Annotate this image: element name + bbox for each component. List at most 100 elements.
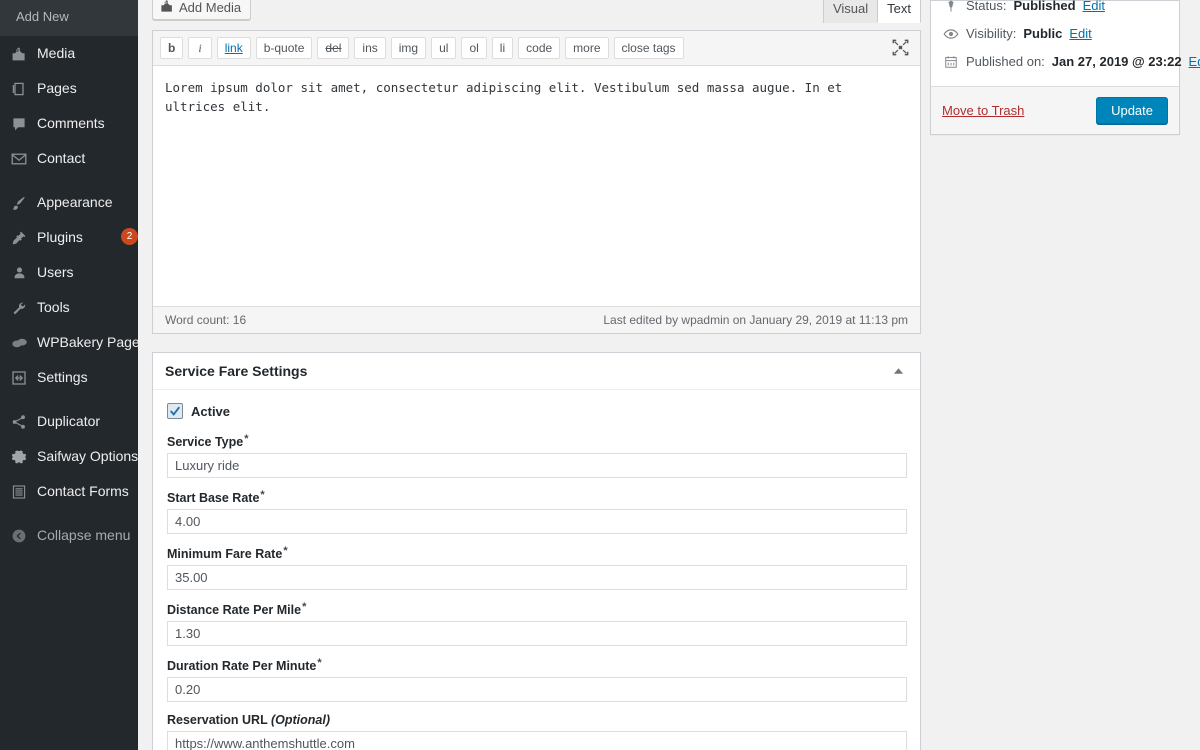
update-button[interactable]: Update: [1096, 97, 1168, 124]
start-base-rate-input[interactable]: [167, 509, 907, 534]
sidebar-item-label: Tools: [37, 299, 70, 315]
distance-rate-per-mile-input[interactable]: [167, 621, 907, 646]
qt-link-button[interactable]: link: [216, 37, 251, 59]
add-media-icon: [160, 0, 174, 16]
post-editor: b i link b-quote del ins img ul ol li co…: [152, 30, 921, 334]
sidebar-item-label: Appearance: [37, 194, 113, 210]
media-icon: [9, 44, 29, 63]
qt-del-button[interactable]: del: [317, 37, 350, 59]
field-minimum-fare-rate: Minimum Fare Rate*: [167, 545, 907, 590]
field-label: Reservation URL (Optional): [167, 713, 330, 727]
publish-date-row: Published on: Jan 27, 2019 @ 23:22 Edit: [942, 48, 1200, 76]
comments-icon: [9, 114, 29, 133]
status-value: Published: [1013, 0, 1076, 13]
qt-ol-button[interactable]: ol: [461, 37, 487, 59]
field-label: Start Base Rate*: [167, 489, 265, 505]
qt-ins-button[interactable]: ins: [354, 37, 386, 59]
field-start-base-rate: Start Base Rate*: [167, 489, 907, 534]
active-checkbox-label[interactable]: Active: [191, 404, 230, 419]
sidebar-collapse-label: Collapse menu: [37, 527, 131, 543]
qt-bold-button[interactable]: b: [160, 37, 184, 59]
visibility-label: Visibility:: [966, 26, 1017, 41]
collapse-icon: [9, 526, 29, 545]
metabox-body: Active Service Type* Start Base Rate* Mi…: [153, 390, 920, 750]
user-icon: [9, 263, 29, 282]
sidebar-item-contact-forms[interactable]: Contact Forms: [0, 474, 138, 509]
sidebar-item-tools[interactable]: Tools: [0, 290, 138, 325]
calendar-icon: [942, 55, 959, 69]
service-type-input[interactable]: [167, 453, 907, 478]
qt-close-tags-button[interactable]: close tags: [613, 37, 684, 59]
active-checkbox[interactable]: [167, 403, 183, 419]
qt-li-button[interactable]: li: [491, 37, 514, 59]
pin-icon: [942, 0, 959, 13]
field-label: Service Type*: [167, 433, 249, 449]
sidebar-item-label: WPBakery Page Builder: [37, 334, 138, 350]
status-edit-link[interactable]: Edit: [1083, 0, 1105, 15]
duration-rate-per-minute-input[interactable]: [167, 677, 907, 702]
admin-sidebar: Add New Media Pages Comments Contact App…: [0, 0, 138, 750]
chevron-up-icon[interactable]: [888, 363, 908, 379]
field-label: Minimum Fare Rate*: [167, 545, 288, 561]
qt-ul-button[interactable]: ul: [431, 37, 457, 59]
visibility-edit-link[interactable]: Edit: [1069, 25, 1091, 43]
last-edited: Last edited by wpadmin on January 29, 20…: [603, 313, 908, 327]
editor-footer: Word count: 16 Last edited by wpadmin on…: [153, 306, 920, 333]
sidebar-item-pages[interactable]: Pages: [0, 71, 138, 106]
field-duration-rate-per-minute: Duration Rate Per Minute*: [167, 657, 907, 702]
status-label: Status:: [966, 0, 1007, 13]
sidebar-item-wpbakery[interactable]: WPBakery Page Builder: [0, 325, 138, 360]
plugins-update-badge: 2: [121, 228, 138, 245]
share-icon: [9, 412, 29, 431]
qt-code-button[interactable]: code: [518, 37, 561, 59]
word-count: Word count: 16: [165, 313, 247, 327]
qt-italic-button[interactable]: i: [188, 37, 212, 59]
editor-column: Add Media Visual Text b i link b-quote d…: [152, 0, 921, 750]
qt-img-button[interactable]: img: [390, 37, 427, 59]
qt-more-button[interactable]: more: [565, 37, 609, 59]
sidebar-item-label: Plugins: [37, 229, 83, 245]
sidebar-separator: [0, 395, 138, 404]
sidebar-collapse-menu[interactable]: Collapse menu: [0, 518, 138, 553]
quicktags-toolbar: b i link b-quote del ins img ul ol li co…: [153, 31, 920, 66]
publish-footer: Move to Trash Update: [931, 86, 1179, 134]
wrench-icon: [9, 298, 29, 317]
publish-visibility-row: Visibility: Public Edit: [942, 20, 1168, 48]
sidebar-item-contact[interactable]: Contact: [0, 141, 138, 176]
sidebar-item-plugins[interactable]: Plugins 2: [0, 220, 138, 255]
sidebar-item-users[interactable]: Users: [0, 255, 138, 290]
sidebar-item-media[interactable]: Media: [0, 36, 138, 71]
publish-column: Status: Published Edit Visibility: Publi…: [930, 0, 1200, 135]
sidebar-item-appearance[interactable]: Appearance: [0, 185, 138, 220]
paintbrush-icon: [9, 193, 29, 212]
sidebar-item-label: Contact Forms: [37, 483, 129, 499]
move-to-trash-link[interactable]: Move to Trash: [942, 103, 1024, 118]
sidebar-item-comments[interactable]: Comments: [0, 106, 138, 141]
sidebar-item-label: Contact: [37, 150, 86, 166]
visibility-value: Public: [1023, 26, 1063, 41]
sidebar-submenu-posts: Add New: [0, 0, 138, 36]
published-on-value: Jan 27, 2019 @ 23:22: [1051, 54, 1182, 69]
editor-textarea[interactable]: Lorem ipsum dolor sit amet, consectetur …: [153, 66, 920, 306]
sidebar-item-settings[interactable]: Settings: [0, 360, 138, 395]
published-on-edit-link[interactable]: Edit: [1189, 53, 1200, 71]
field-distance-rate-per-mile: Distance Rate Per Mile*: [167, 601, 907, 646]
sidebar-group-primary: Media Pages Comments Contact: [0, 36, 138, 176]
sidebar-item-duplicator[interactable]: Duplicator: [0, 404, 138, 439]
tab-text[interactable]: Text: [877, 0, 921, 23]
main-content-area: Add Media Visual Text b i link b-quote d…: [138, 0, 1200, 750]
sidebar-separator: [0, 509, 138, 518]
tab-visual[interactable]: Visual: [822, 0, 879, 23]
metabox-header[interactable]: Service Fare Settings: [153, 353, 920, 390]
qt-bquote-button[interactable]: b-quote: [255, 37, 313, 59]
editor-top-bar: Add Media Visual Text: [152, 0, 921, 26]
minimum-fare-rate-input[interactable]: [167, 565, 907, 590]
sidebar-subitem-add-new[interactable]: Add New: [0, 6, 138, 28]
settings-icon: [9, 368, 29, 387]
reservation-url-input[interactable]: [167, 731, 907, 750]
sidebar-item-saifway-options[interactable]: Saifway Options: [0, 439, 138, 474]
distraction-free-writing-icon[interactable]: [889, 37, 911, 57]
service-fare-settings-metabox: Service Fare Settings Active Service Typ…: [152, 352, 921, 750]
publish-metabox: Status: Published Edit Visibility: Publi…: [930, 0, 1200, 135]
add-media-button[interactable]: Add Media: [152, 0, 252, 20]
